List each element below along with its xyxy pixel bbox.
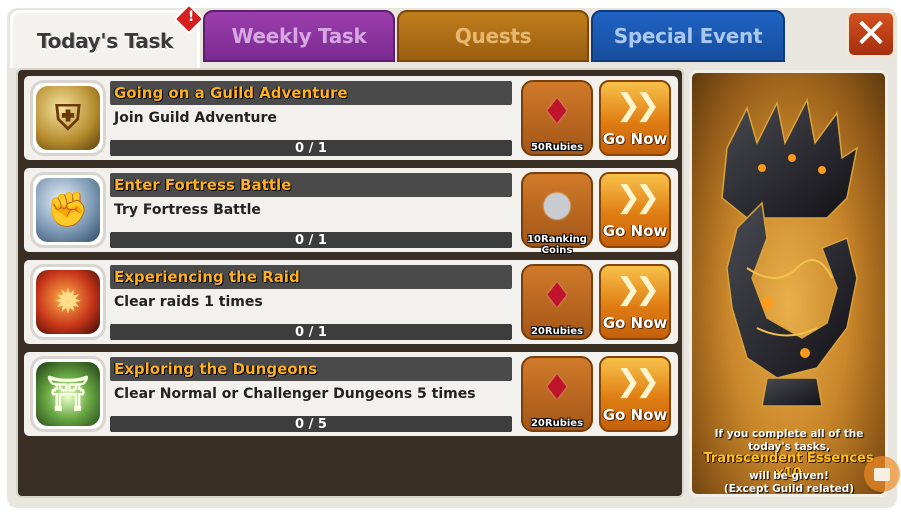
double-chevron-right-icon: ❯❯ <box>615 88 660 123</box>
progress-text: 0 / 1 <box>295 324 327 340</box>
go-now-button[interactable]: ❯❯ Go Now <box>599 264 671 340</box>
task-progress-bar: 0 / 1 <box>110 232 512 248</box>
go-now-button[interactable]: ❯❯ Go Now <box>599 172 671 248</box>
chat-icon <box>874 467 890 481</box>
reward-label: 10Ranking Coins <box>527 234 587 256</box>
task-title: Enter Fortress Battle <box>110 173 512 197</box>
task-list[interactable]: ⛨ Going on a Guild Adventure Join Guild … <box>16 68 684 498</box>
reward-label: 50Rubies <box>530 142 584 153</box>
tab-todays-task[interactable]: Today's Task <box>10 10 200 68</box>
reward-box: ♦ 50Rubies <box>521 80 593 156</box>
tab-weekly-task[interactable]: Weekly Task <box>203 10 395 62</box>
go-now-button[interactable]: ❯❯ Go Now <box>599 356 671 432</box>
reward-label: 20Rubies <box>530 418 584 429</box>
task-row-dungeons: ⛩ Exploring the Dungeons Clear Normal or… <box>24 352 678 436</box>
task-progress-bar: 0 / 1 <box>110 140 512 156</box>
go-now-label: Go Now <box>602 406 668 424</box>
task-row-fortress-battle: ✊ Enter Fortress Battle Try Fortress Bat… <box>24 168 678 256</box>
reward-exception-text: (Except Guild related) <box>723 483 855 495</box>
tab-quests[interactable]: Quests <box>397 10 589 62</box>
task-row-raid: ✹ Experiencing the Raid Clear raids 1 ti… <box>24 260 678 344</box>
progress-text: 0 / 1 <box>295 140 327 156</box>
reward-given-text: will be given! <box>749 470 829 482</box>
guild-emblem-icon: ⛨ <box>36 86 100 150</box>
task-description: Clear raids 1 times <box>114 294 263 310</box>
ruby-icon: ♦ <box>541 276 573 316</box>
task-description: Join Guild Adventure <box>114 110 277 126</box>
close-button[interactable]: ✕ <box>846 10 896 58</box>
ruby-icon: ♦ <box>541 368 573 408</box>
progress-text: 0 / 5 <box>295 416 327 432</box>
go-now-label: Go Now <box>602 130 668 148</box>
dungeon-gate-icon: ⛩ <box>36 362 100 426</box>
reward-box: ● 10Ranking Coins <box>521 172 593 256</box>
task-icon-frame: ✊ <box>30 172 106 248</box>
reward-note-text: will be given! (Except Guild related) <box>696 470 882 495</box>
task-icon-frame: ✹ <box>30 264 106 340</box>
progress-text: 0 / 1 <box>295 232 327 248</box>
fist-icon: ✊ <box>36 178 100 242</box>
dragon-icon: ✹ <box>36 270 100 334</box>
chat-button[interactable] <box>864 456 900 492</box>
completion-reward-panel: If you complete all of the today's tasks… <box>689 70 888 497</box>
dragon-gauntlet-image <box>721 97 859 407</box>
tab-special-event[interactable]: Special Event <box>591 10 785 62</box>
task-progress-bar: 0 / 5 <box>110 416 512 432</box>
ruby-icon: ♦ <box>541 92 573 132</box>
task-description: Clear Normal or Challenger Dungeons 5 ti… <box>114 386 476 402</box>
ranking-coin-icon: ● <box>542 184 572 224</box>
reward-box: ♦ 20Rubies <box>521 264 593 340</box>
reward-label: 20Rubies <box>530 326 584 337</box>
close-icon: ✕ <box>854 11 888 57</box>
task-row-guild-adventure: ⛨ Going on a Guild Adventure Join Guild … <box>24 76 678 160</box>
go-now-label: Go Now <box>602 314 668 332</box>
task-progress-bar: 0 / 1 <box>110 324 512 340</box>
reward-box: ♦ 20Rubies <box>521 356 593 432</box>
go-now-label: Go Now <box>602 222 668 240</box>
go-now-button[interactable]: ❯❯ Go Now <box>599 80 671 156</box>
double-chevron-right-icon: ❯❯ <box>615 364 660 399</box>
task-title: Going on a Guild Adventure <box>110 81 512 105</box>
double-chevron-right-icon: ❯❯ <box>615 180 660 215</box>
task-title: Exploring the Dungeons <box>110 357 512 381</box>
task-description: Try Fortress Battle <box>114 202 261 218</box>
double-chevron-right-icon: ❯❯ <box>615 272 660 307</box>
task-title: Experiencing the Raid <box>110 265 512 289</box>
task-icon-frame: ⛩ <box>30 356 106 432</box>
task-icon-frame: ⛨ <box>30 80 106 156</box>
alert-icon: ! <box>187 8 195 25</box>
